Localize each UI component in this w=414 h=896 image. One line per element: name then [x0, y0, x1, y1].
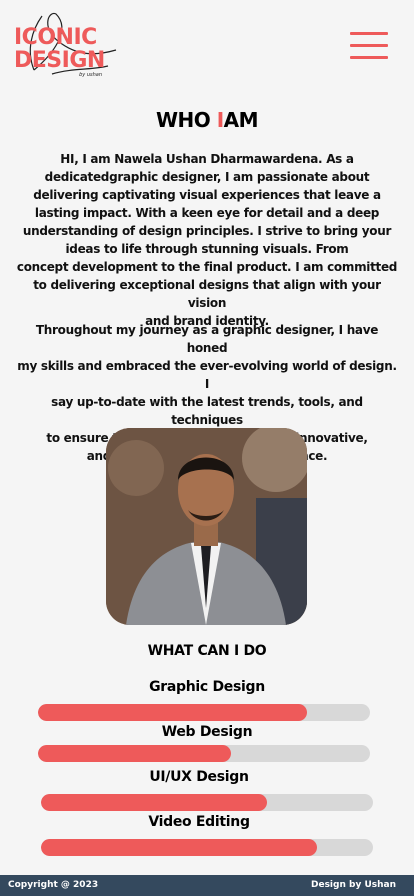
- paragraph-line: Throughout my journey as a graphic desig…: [35, 323, 379, 355]
- brand-logo[interactable]: ICONIC DESIGN by ushan: [12, 10, 120, 84]
- paragraph-line: say up-to-date with the latest trends, t…: [51, 395, 363, 427]
- profile-photo: [106, 428, 307, 625]
- skill-bar-web-design: [38, 745, 370, 762]
- footer-credit: Design by Ushan: [311, 880, 396, 890]
- skill-label-web-design: Web Design: [161, 724, 253, 740]
- about-title-who: WHO: [155, 108, 211, 132]
- paragraph-line: to delivering exceptional designs that a…: [33, 278, 381, 310]
- logo-line-1: ICONIC: [14, 25, 97, 50]
- about-title: WHO IAM: [0, 108, 414, 132]
- skill-label-video-editing: Video Editing: [148, 814, 250, 830]
- logo-line-2: DESIGN: [14, 48, 105, 73]
- paragraph-line: lasting impact. With a keen eye for deta…: [34, 206, 380, 220]
- paragraph-line: delivering captivating visual experience…: [33, 188, 381, 202]
- skill-bar-video-editing: [41, 839, 373, 856]
- footer: Copyright @ 2023 Design by Ushan: [0, 875, 414, 896]
- skill-label-graphic-design: Graphic Design: [149, 679, 265, 695]
- skill-bar-graphic-design: [38, 704, 370, 721]
- skill-bar-ui-ux-design: [41, 794, 373, 811]
- paragraph-line: HI, I am Nawela Ushan Dharmawardena. As …: [60, 152, 354, 166]
- paragraph-line: ideas to life through stunning visuals. …: [65, 242, 349, 256]
- footer-copyright: Copyright @ 2023: [8, 880, 99, 890]
- paragraph-line: my skills and embraced the ever-evolving…: [17, 359, 397, 391]
- logo-byline: by ushan: [79, 72, 102, 78]
- paragraph-line: understanding of design principles. I st…: [22, 224, 392, 238]
- skill-bar-fill: [38, 745, 231, 762]
- profile-portrait-illustration: [106, 428, 307, 625]
- hamburger-menu-icon[interactable]: [350, 32, 388, 60]
- about-title-i: I: [216, 108, 224, 132]
- paragraph-line: concept development to the final product…: [16, 260, 398, 274]
- skills-title: WHAT CAN I DO: [147, 643, 267, 659]
- about-paragraph-1: HI, I am Nawela Ushan Dharmawardena. As …: [14, 150, 400, 330]
- skill-bar-fill: [38, 704, 307, 721]
- skill-bar-fill: [41, 794, 267, 811]
- skill-bar-fill: [41, 839, 317, 856]
- about-title-am: AM: [223, 108, 259, 132]
- paragraph-line: dedicatedgraphic designer, I am passiona…: [44, 170, 370, 184]
- header: ICONIC DESIGN by ushan: [0, 0, 414, 100]
- skill-label-ui-ux-design: UI/UX Design: [149, 769, 249, 785]
